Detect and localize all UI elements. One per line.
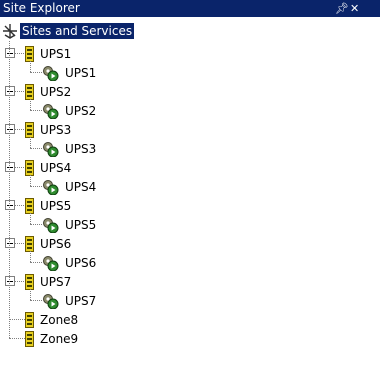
tree-node-zone[interactable]: UPS7: [25, 272, 73, 291]
tree-node-label: Zone9: [40, 331, 79, 346]
tree-node-zone[interactable]: UPS6: [25, 234, 73, 253]
tree-node-label: Zone8: [40, 312, 79, 327]
tree-connector-vertical: [30, 289, 31, 300]
tree-connector-vertical: [30, 213, 31, 224]
tree-node-label: UPS1: [40, 46, 72, 61]
tree-node-zone[interactable]: UPS4: [25, 158, 73, 177]
tree-connector-vertical: [30, 175, 31, 186]
tree-node-zone[interactable]: UPS3: [25, 120, 73, 139]
tree-connector-horizontal: [30, 110, 42, 111]
tree-node-label: UPS2: [65, 103, 97, 118]
tree-node-service[interactable]: UPS4: [42, 177, 98, 196]
service-icon: [43, 255, 59, 271]
tree-connector-horizontal: [14, 91, 24, 92]
zone-icon: [25, 197, 34, 214]
tree-node-label: UPS5: [40, 198, 72, 213]
tree-node-label: UPS7: [40, 274, 72, 289]
tree-node-service[interactable]: UPS6: [42, 253, 98, 272]
tree-node-zone-leaf[interactable]: Zone8: [25, 310, 80, 329]
zone-icon: [25, 330, 34, 347]
site-tree: Sites and Services UPS1 UPS1 UPS2 UPS2 UPS3 UP…: [0, 17, 380, 367]
tree-connector-horizontal: [30, 186, 42, 187]
tree-connector-horizontal: [30, 224, 42, 225]
tree-connector-horizontal: [14, 129, 24, 130]
tree-node-label: UPS3: [40, 122, 72, 137]
service-icon: [43, 103, 59, 119]
tree-node-zone[interactable]: UPS2: [25, 82, 73, 101]
tree-connector-vertical: [30, 137, 31, 148]
tree-node-label: UPS6: [65, 255, 97, 270]
sites-root-icon: [3, 23, 17, 39]
tree-node-label: UPS7: [65, 293, 97, 308]
tree-node-service[interactable]: UPS1: [42, 63, 98, 82]
tree-connector-horizontal: [14, 167, 24, 168]
tree-node-service[interactable]: UPS2: [42, 101, 98, 120]
zone-icon: [25, 83, 34, 100]
close-icon[interactable]: ✕: [350, 0, 364, 17]
tree-node-zone[interactable]: UPS5: [25, 196, 73, 215]
tree-connector-horizontal: [14, 53, 24, 54]
tree-connector-horizontal: [9, 319, 25, 320]
tree-connector-horizontal: [9, 338, 25, 339]
tree-connector-horizontal: [30, 262, 42, 263]
service-icon: [43, 217, 59, 233]
tree-connector-horizontal: [30, 300, 42, 301]
tree-connector-horizontal: [30, 72, 42, 73]
tree-node-service[interactable]: UPS3: [42, 139, 98, 158]
zone-icon: [25, 45, 34, 62]
tree-root-sites-and-services[interactable]: Sites and Services: [2, 21, 135, 40]
zone-icon: [25, 121, 34, 138]
pushpin-icon[interactable]: 📌︎: [335, 0, 349, 17]
tree-node-label: UPS1: [65, 65, 97, 80]
tree-node-service[interactable]: UPS7: [42, 291, 98, 310]
tree-node-label: UPS4: [40, 160, 72, 175]
tree-connector-vertical: [30, 251, 31, 262]
window-title: Site Explorer: [3, 1, 80, 15]
tree-node-label: UPS2: [40, 84, 72, 99]
tree-node-label: UPS3: [65, 141, 97, 156]
tree-connector-vertical: [30, 61, 31, 72]
service-icon: [43, 179, 59, 195]
service-icon: [43, 65, 59, 81]
tree-node-label: UPS5: [65, 217, 97, 232]
tree-node-label: Sites and Services: [20, 22, 135, 39]
tree-connector-vertical: [30, 99, 31, 110]
tree-node-zone-leaf[interactable]: Zone9: [25, 329, 80, 348]
site-explorer-titlebar: Site Explorer 📌︎ ✕: [0, 0, 380, 17]
zone-icon: [25, 273, 34, 290]
tree-node-label: UPS6: [40, 236, 72, 251]
tree-connector-vertical: [9, 41, 10, 338]
service-icon: [43, 141, 59, 157]
tree-node-label: UPS4: [65, 179, 97, 194]
zone-icon: [25, 235, 34, 252]
zone-icon: [25, 159, 34, 176]
tree-node-service[interactable]: UPS5: [42, 215, 98, 234]
tree-connector-horizontal: [14, 281, 24, 282]
tree-node-zone[interactable]: UPS1: [25, 44, 73, 63]
tree-connector-horizontal: [14, 205, 24, 206]
tree-connector-horizontal: [30, 148, 42, 149]
tree-connector-horizontal: [14, 243, 24, 244]
service-icon: [43, 293, 59, 309]
zone-icon: [25, 311, 34, 328]
